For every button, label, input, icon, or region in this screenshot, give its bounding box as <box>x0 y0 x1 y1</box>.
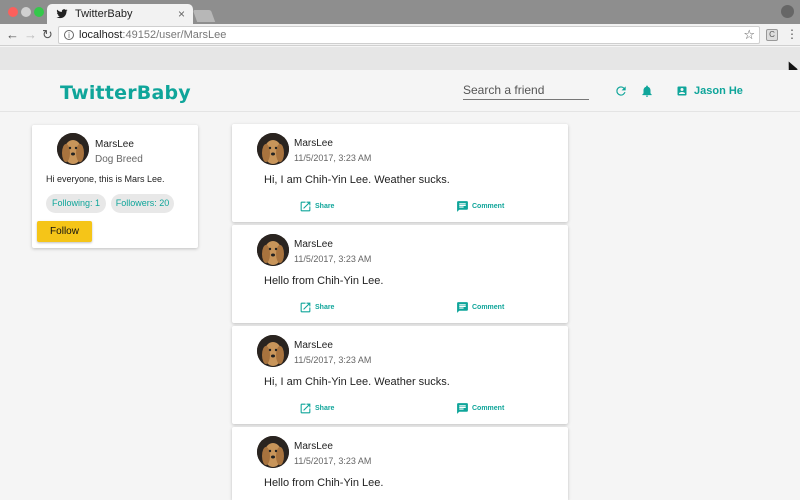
open-in-new-icon <box>300 201 311 211</box>
info-icon[interactable]: i <box>64 30 74 40</box>
profile-name: MarsLee <box>95 139 134 150</box>
extension-icon[interactable]: C <box>766 29 778 41</box>
post-card: MarsLee 11/5/2017, 3:23 AM Hello from Ch… <box>232 225 568 323</box>
post-card: MarsLee 11/5/2017, 3:23 AM Hello from Ch… <box>232 427 568 500</box>
bookmark-star-icon[interactable]: ☆ <box>743 27 755 43</box>
post-author[interactable]: MarsLee <box>294 340 333 351</box>
address-bar[interactable]: i localhost:49152/user/MarsLee ☆ <box>58 26 760 44</box>
followers-chip[interactable]: Followers: 20 <box>111 194 174 213</box>
dog-avatar-icon <box>257 335 289 367</box>
following-chip[interactable]: Following: 1 <box>46 194 106 213</box>
new-tab-button[interactable] <box>192 10 216 22</box>
reload-icon[interactable]: ↻ <box>42 27 53 43</box>
profile-subtitle: Dog Breed <box>95 154 143 165</box>
comment-label: Comment <box>472 404 505 412</box>
post-timestamp: 11/5/2017, 3:23 AM <box>294 254 372 264</box>
browser-tab[interactable]: TwitterBaby × <box>47 4 193 24</box>
avatar[interactable] <box>257 234 289 266</box>
url-path: :49152/user/MarsLee <box>122 29 227 41</box>
current-user-link[interactable]: Jason He <box>676 84 743 98</box>
comment-icon <box>457 402 468 414</box>
post-card: MarsLee 11/5/2017, 3:23 AM Hi, I am Chih… <box>232 124 568 222</box>
account-box-icon <box>677 86 687 96</box>
minimize-window-button[interactable] <box>21 7 31 17</box>
profile-bio: Hi everyone, this is Mars Lee. <box>46 174 165 184</box>
post-text: Hi, I am Chih-Yin Lee. Weather sucks. <box>264 174 450 186</box>
avatar[interactable] <box>257 335 289 367</box>
profile-card: MarsLee Dog Breed Hi everyone, this is M… <box>32 125 198 248</box>
browser-toolbar: ← → ↻ i localhost:49152/user/MarsLee ☆ C… <box>0 24 800 46</box>
post-author[interactable]: MarsLee <box>294 138 333 149</box>
app-header: TwitterBaby Jason He <box>0 70 800 112</box>
dog-avatar-icon <box>257 436 289 468</box>
post-text: Hello from Chih-Yin Lee. <box>264 477 384 489</box>
post-timestamp: 11/5/2017, 3:23 AM <box>294 456 372 466</box>
forward-arrow-icon[interactable]: → <box>24 27 37 43</box>
open-in-new-icon <box>300 403 311 413</box>
comment-icon <box>457 200 468 212</box>
comment-label: Comment <box>472 303 505 311</box>
avatar[interactable] <box>57 133 89 165</box>
open-in-new-icon <box>300 302 311 312</box>
comment-icon <box>457 301 468 313</box>
post-text: Hi, I am Chih-Yin Lee. Weather sucks. <box>264 376 450 388</box>
browser-tab-strip: TwitterBaby × <box>0 0 800 24</box>
bookmarks-bar <box>0 47 800 70</box>
maximize-window-button[interactable] <box>34 7 44 17</box>
share-button[interactable]: Share <box>299 300 334 314</box>
follow-button[interactable]: Follow <box>37 221 92 242</box>
post-text: Hello from Chih-Yin Lee. <box>264 275 384 287</box>
url-text[interactable]: localhost:49152/user/MarsLee <box>79 29 226 41</box>
share-label: Share <box>315 404 335 412</box>
post-timestamp: 11/5/2017, 3:23 AM <box>294 355 372 365</box>
refresh-icon[interactable] <box>614 84 628 98</box>
avatar[interactable] <box>257 436 289 468</box>
current-user-name: Jason He <box>694 85 743 97</box>
comment-button[interactable]: Comment <box>456 401 504 415</box>
tab-title: TwitterBaby <box>75 8 133 20</box>
avatar[interactable] <box>257 133 289 165</box>
post-card: MarsLee 11/5/2017, 3:23 AM Hi, I am Chih… <box>232 326 568 424</box>
back-arrow-icon[interactable]: ← <box>6 27 19 43</box>
post-timestamp: 11/5/2017, 3:23 AM <box>294 153 372 163</box>
url-host: localhost <box>79 29 123 41</box>
comment-button[interactable]: Comment <box>456 199 504 213</box>
share-button[interactable]: Share <box>299 199 334 213</box>
dog-avatar-icon <box>257 133 289 165</box>
tab-close-icon[interactable]: × <box>178 7 185 21</box>
bell-icon[interactable] <box>640 84 654 98</box>
comment-button[interactable]: Comment <box>456 300 504 314</box>
dog-avatar-icon <box>257 234 289 266</box>
browser-menu-icon[interactable]: ⋮ <box>786 27 798 41</box>
close-window-button[interactable] <box>8 7 18 17</box>
dog-avatar-icon <box>57 133 89 165</box>
search-friend-input[interactable] <box>463 80 589 100</box>
browser-profile-icon[interactable] <box>781 5 794 18</box>
twitter-bird-icon <box>56 9 68 19</box>
post-author[interactable]: MarsLee <box>294 441 333 452</box>
post-author[interactable]: MarsLee <box>294 239 333 250</box>
share-button[interactable]: Share <box>299 401 334 415</box>
comment-label: Comment <box>472 202 505 210</box>
share-label: Share <box>315 202 335 210</box>
app-logo[interactable]: TwitterBaby <box>60 82 191 104</box>
share-label: Share <box>315 303 335 311</box>
